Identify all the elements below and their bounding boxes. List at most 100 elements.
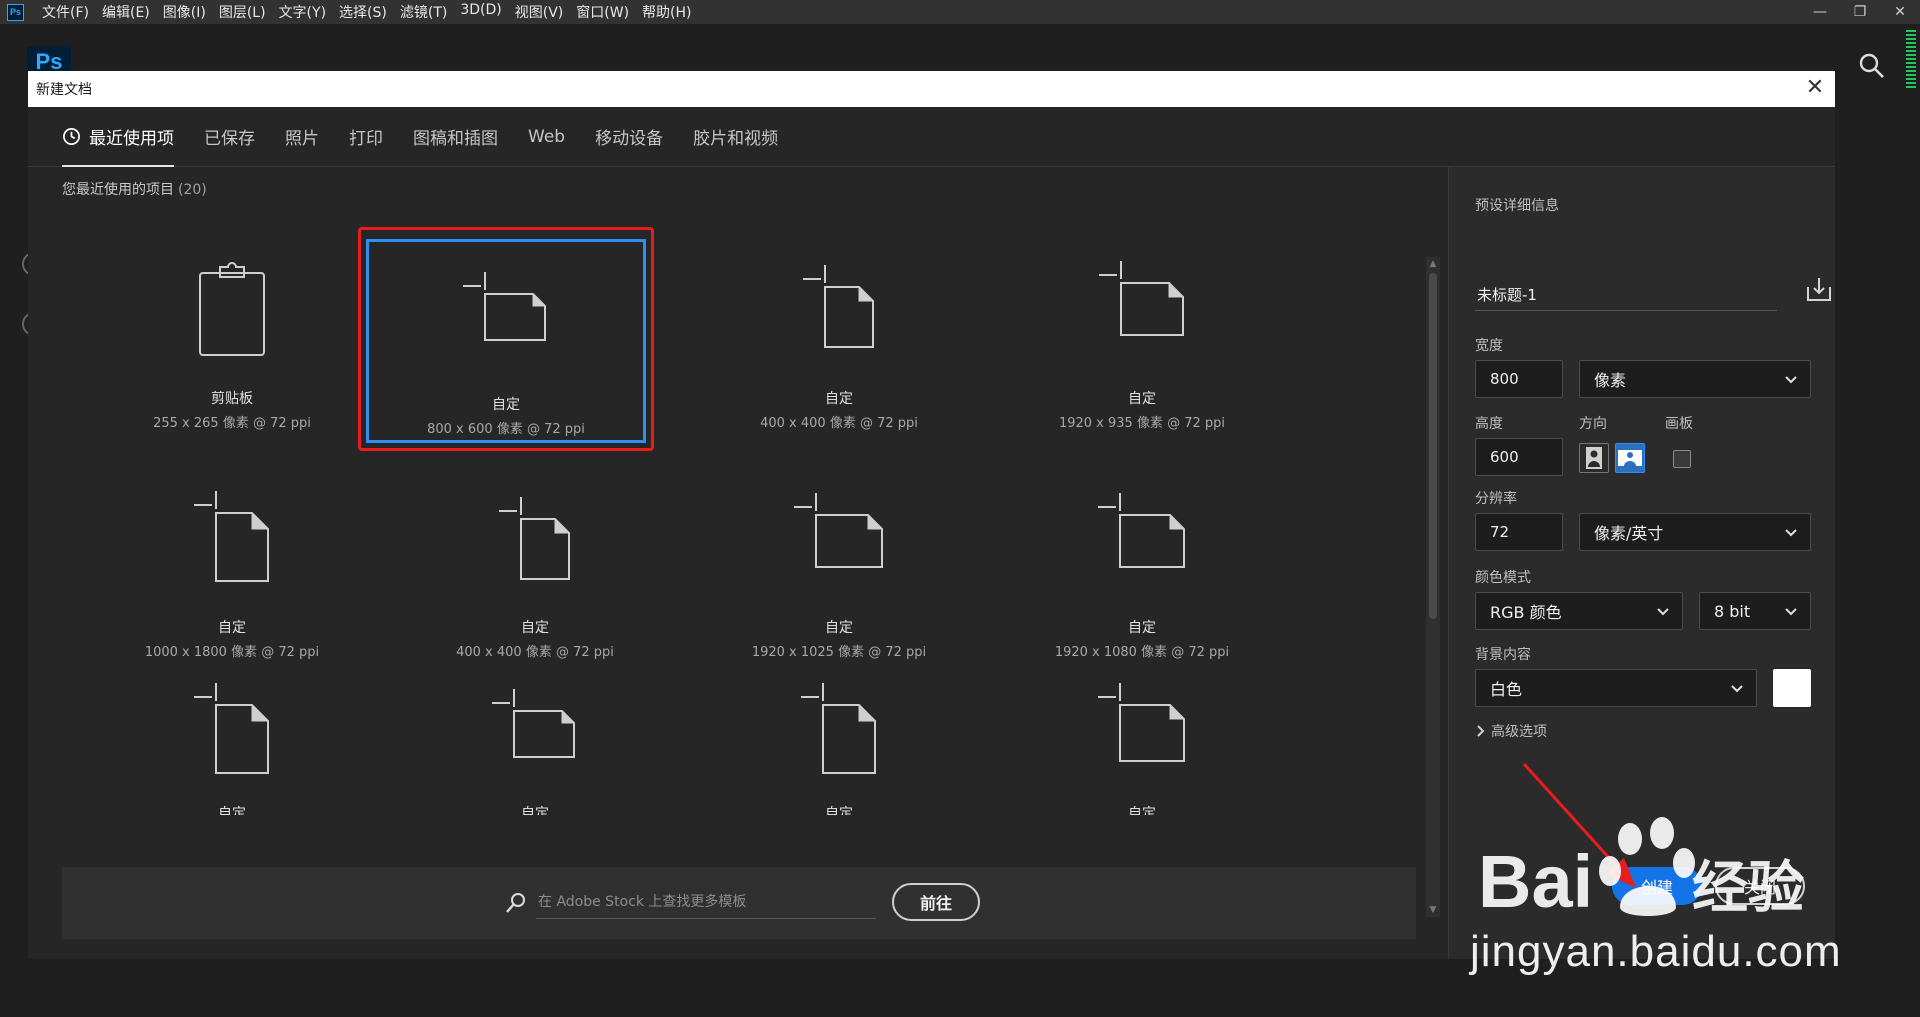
recent-count: (20) bbox=[178, 182, 207, 198]
menu-window[interactable]: 窗口(W) bbox=[576, 2, 629, 22]
preset-card[interactable]: 自定 400 x 400 像素 @ 72 ppi bbox=[392, 455, 678, 673]
chevron-down-icon bbox=[1785, 529, 1797, 537]
preset-details-heading: 预设详细信息 bbox=[1475, 198, 1559, 214]
menu-image[interactable]: 图像(I) bbox=[163, 2, 206, 22]
tab-art-illustration[interactable]: 图稿和插图 bbox=[413, 107, 498, 167]
card-name: 剪贴板 bbox=[211, 391, 253, 407]
width-input[interactable]: 800 bbox=[1475, 360, 1563, 398]
card-name: 自定 bbox=[1128, 391, 1156, 407]
portrait-orientation-button[interactable] bbox=[1579, 443, 1609, 473]
card-dims: 800 x 600 像素 @ 72 ppi bbox=[427, 422, 585, 437]
menu-help[interactable]: 帮助(H) bbox=[642, 2, 691, 22]
background-select[interactable]: 白色 bbox=[1475, 669, 1757, 707]
save-preset-icon[interactable] bbox=[1805, 275, 1833, 303]
minimize-icon[interactable]: — bbox=[1800, 0, 1840, 24]
menu-type[interactable]: 文字(Y) bbox=[279, 2, 326, 22]
stock-search-input[interactable] bbox=[536, 885, 876, 919]
preset-card[interactable]: 自定 1000 x 1800 像素 @ 72 ppi bbox=[89, 455, 375, 673]
background-label: 背景内容 bbox=[1475, 647, 1531, 663]
dialog-close-icon[interactable]: ✕ bbox=[1803, 77, 1827, 101]
portrait-doc-icon bbox=[803, 265, 874, 348]
dialog-title: 新建文档 bbox=[36, 82, 92, 98]
preset-card[interactable]: 自定 bbox=[696, 683, 982, 815]
tab-saved[interactable]: 已保存 bbox=[204, 107, 255, 167]
advanced-options-toggle[interactable]: 高级选项 bbox=[1475, 721, 1547, 741]
landscape-orientation-button[interactable] bbox=[1615, 443, 1645, 473]
chevron-down-icon bbox=[1731, 685, 1743, 693]
tab-film-video[interactable]: 胶片和视频 bbox=[693, 107, 778, 167]
artboard-label: 画板 bbox=[1665, 416, 1693, 432]
preset-name-field[interactable]: 未标题-1 bbox=[1475, 279, 1777, 311]
tab-print[interactable]: 打印 bbox=[349, 107, 383, 167]
height-input[interactable]: 600 bbox=[1475, 438, 1563, 476]
color-mode-select[interactable]: RGB 颜色 bbox=[1475, 592, 1683, 630]
dialog-titlebar: 新建文档 ✕ bbox=[28, 71, 1835, 107]
width-label: 宽度 bbox=[1475, 338, 1503, 354]
bit-depth-select[interactable]: 8 bit bbox=[1699, 592, 1811, 630]
color-mode-label: 颜色模式 bbox=[1475, 570, 1531, 586]
scroll-thumb[interactable] bbox=[1429, 273, 1437, 619]
color-mode-value: RGB 颜色 bbox=[1490, 603, 1562, 622]
card-name: 自定 bbox=[218, 620, 246, 636]
recent-heading: 您最近使用的项目 (20) bbox=[62, 179, 207, 199]
menu-select[interactable]: 选择(S) bbox=[339, 2, 387, 22]
landscape-doc-icon bbox=[794, 493, 883, 568]
preset-card[interactable]: 自定 400 x 400 像素 @ 72 ppi bbox=[696, 226, 982, 444]
menu-layer[interactable]: 图层(L) bbox=[219, 2, 266, 22]
bit-depth-value: 8 bit bbox=[1714, 601, 1751, 621]
resolution-input[interactable]: 72 bbox=[1475, 513, 1563, 551]
resolution-unit-select[interactable]: 像素/英寸 bbox=[1579, 513, 1811, 551]
chevron-right-icon bbox=[1477, 725, 1485, 737]
card-name: 自定 bbox=[825, 806, 853, 815]
advanced-options-label: 高级选项 bbox=[1491, 724, 1547, 740]
scroll-down-icon[interactable]: ▼ bbox=[1428, 905, 1438, 915]
recent-scrollbar[interactable]: ▲ ▼ bbox=[1426, 257, 1440, 917]
tab-recent[interactable]: 最近使用项 bbox=[62, 107, 174, 167]
new-document-dialog: 新建文档 ✕ 最近使用项 已保存 照片 打印 图稿和插图 Web 移动设备 胶片… bbox=[28, 71, 1835, 959]
menu-view[interactable]: 视图(V) bbox=[515, 2, 564, 22]
preset-card[interactable]: 自定 bbox=[89, 683, 375, 815]
card-dims: 1920 x 1025 像素 @ 72 ppi bbox=[751, 645, 927, 660]
preset-card[interactable]: 自定 1920 x 1080 像素 @ 72 ppi bbox=[999, 455, 1285, 673]
artboard-checkbox[interactable] bbox=[1673, 450, 1691, 468]
width-unit-select[interactable]: 像素 bbox=[1579, 360, 1811, 398]
menu-filter[interactable]: 滤镜(T) bbox=[400, 2, 447, 22]
tab-photo[interactable]: 照片 bbox=[285, 107, 319, 167]
portrait-doc-icon bbox=[801, 683, 876, 774]
landscape-doc-icon bbox=[1099, 261, 1184, 336]
preset-card[interactable]: 自定 bbox=[392, 683, 678, 815]
menu-edit[interactable]: 编辑(E) bbox=[102, 2, 150, 22]
preset-card[interactable]: 自定 1920 x 935 像素 @ 72 ppi bbox=[999, 226, 1285, 444]
background-color-swatch[interactable] bbox=[1773, 669, 1811, 707]
card-name: 自定 bbox=[218, 806, 246, 815]
close-button[interactable]: 关闭 bbox=[1715, 867, 1805, 905]
go-button[interactable]: 前往 bbox=[892, 883, 980, 921]
portrait-doc-icon bbox=[499, 497, 570, 580]
chevron-down-icon bbox=[1785, 376, 1797, 384]
menu-bar: Ps 文件(F) 编辑(E) 图像(I) 图层(L) 文字(Y) 选择(S) 滤… bbox=[0, 0, 1920, 24]
resolution-unit-value: 像素/英寸 bbox=[1594, 524, 1664, 543]
landscape-doc-icon bbox=[492, 689, 575, 758]
search-icon[interactable] bbox=[1858, 52, 1886, 80]
preset-card-selected[interactable]: 自定 800 x 600 像素 @ 72 ppi bbox=[358, 227, 654, 451]
card-dims: 255 x 265 像素 @ 72 ppi bbox=[153, 416, 311, 431]
menu-3d[interactable]: 3D(D) bbox=[460, 2, 501, 22]
scroll-up-icon[interactable]: ▲ bbox=[1428, 259, 1438, 269]
create-button[interactable]: 创建 bbox=[1612, 867, 1702, 905]
preset-card[interactable]: 自定 1920 x 1025 像素 @ 72 ppi bbox=[696, 455, 982, 673]
close-icon[interactable]: ✕ bbox=[1880, 0, 1920, 24]
card-name: 自定 bbox=[825, 620, 853, 636]
preset-card-clipboard[interactable]: 剪贴板 255 x 265 像素 @ 72 ppi bbox=[89, 226, 375, 444]
tab-web[interactable]: Web bbox=[528, 107, 565, 167]
photoshop-app-icon[interactable]: Ps bbox=[7, 3, 24, 21]
restore-icon[interactable]: ❐ bbox=[1840, 0, 1880, 24]
landscape-doc-icon bbox=[1098, 493, 1185, 568]
preset-card[interactable]: 自定 bbox=[999, 683, 1285, 815]
clipboard-icon bbox=[199, 262, 265, 356]
chevron-down-icon bbox=[1785, 608, 1797, 616]
width-unit-value: 像素 bbox=[1594, 371, 1627, 390]
stock-search-bar: 前往 bbox=[62, 867, 1416, 939]
menu-file[interactable]: 文件(F) bbox=[42, 2, 89, 22]
category-tabs: 最近使用项 已保存 照片 打印 图稿和插图 Web 移动设备 胶片和视频 bbox=[28, 107, 1835, 167]
tab-mobile[interactable]: 移动设备 bbox=[595, 107, 663, 167]
